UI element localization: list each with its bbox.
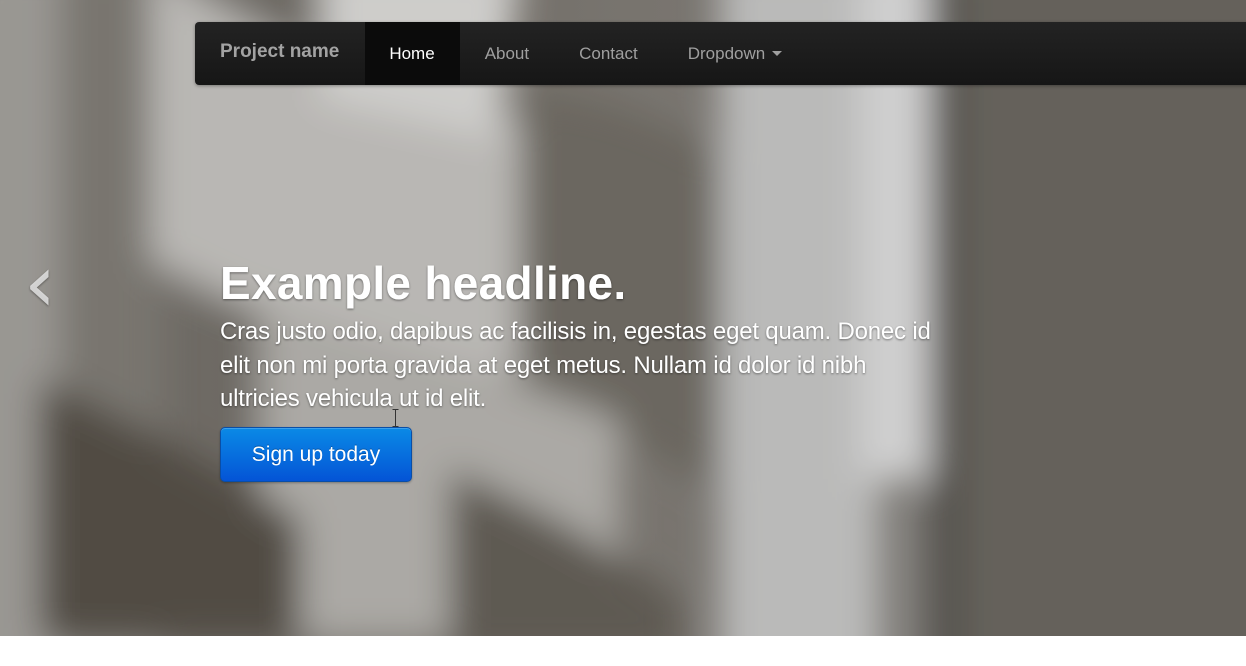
nav-item-home[interactable]: Home bbox=[365, 22, 460, 85]
text-cursor-icon bbox=[392, 409, 399, 427]
carousel: ‹ Example headline. Cras justo odio, dap… bbox=[0, 0, 1246, 636]
nav-item-contact[interactable]: Contact bbox=[554, 22, 663, 85]
nav-item-label: Dropdown bbox=[687, 43, 766, 63]
chevron-left-icon: ‹ bbox=[24, 237, 56, 330]
carousel-headline: Example headline. bbox=[220, 257, 627, 309]
nav-item-label: Home bbox=[389, 43, 435, 63]
sign-up-button[interactable]: Sign up today bbox=[220, 427, 412, 482]
nav-item-dropdown[interactable]: Dropdown bbox=[663, 22, 808, 85]
navbar-brand[interactable]: Project name bbox=[195, 18, 365, 85]
carousel-body-text: Cras justo odio, dapibus ac facilisis in… bbox=[220, 318, 931, 412]
navbar: Project name Home About Contact Dropdown bbox=[195, 22, 1246, 85]
carousel-caption: Example headline. Cras justo odio, dapib… bbox=[220, 255, 940, 416]
carousel-prev-control[interactable]: ‹ bbox=[16, 244, 64, 324]
nav-item-about[interactable]: About bbox=[460, 22, 554, 85]
caret-down-icon bbox=[772, 51, 783, 56]
nav-item-label: Contact bbox=[579, 43, 638, 63]
nav-item-label: About bbox=[484, 43, 530, 63]
